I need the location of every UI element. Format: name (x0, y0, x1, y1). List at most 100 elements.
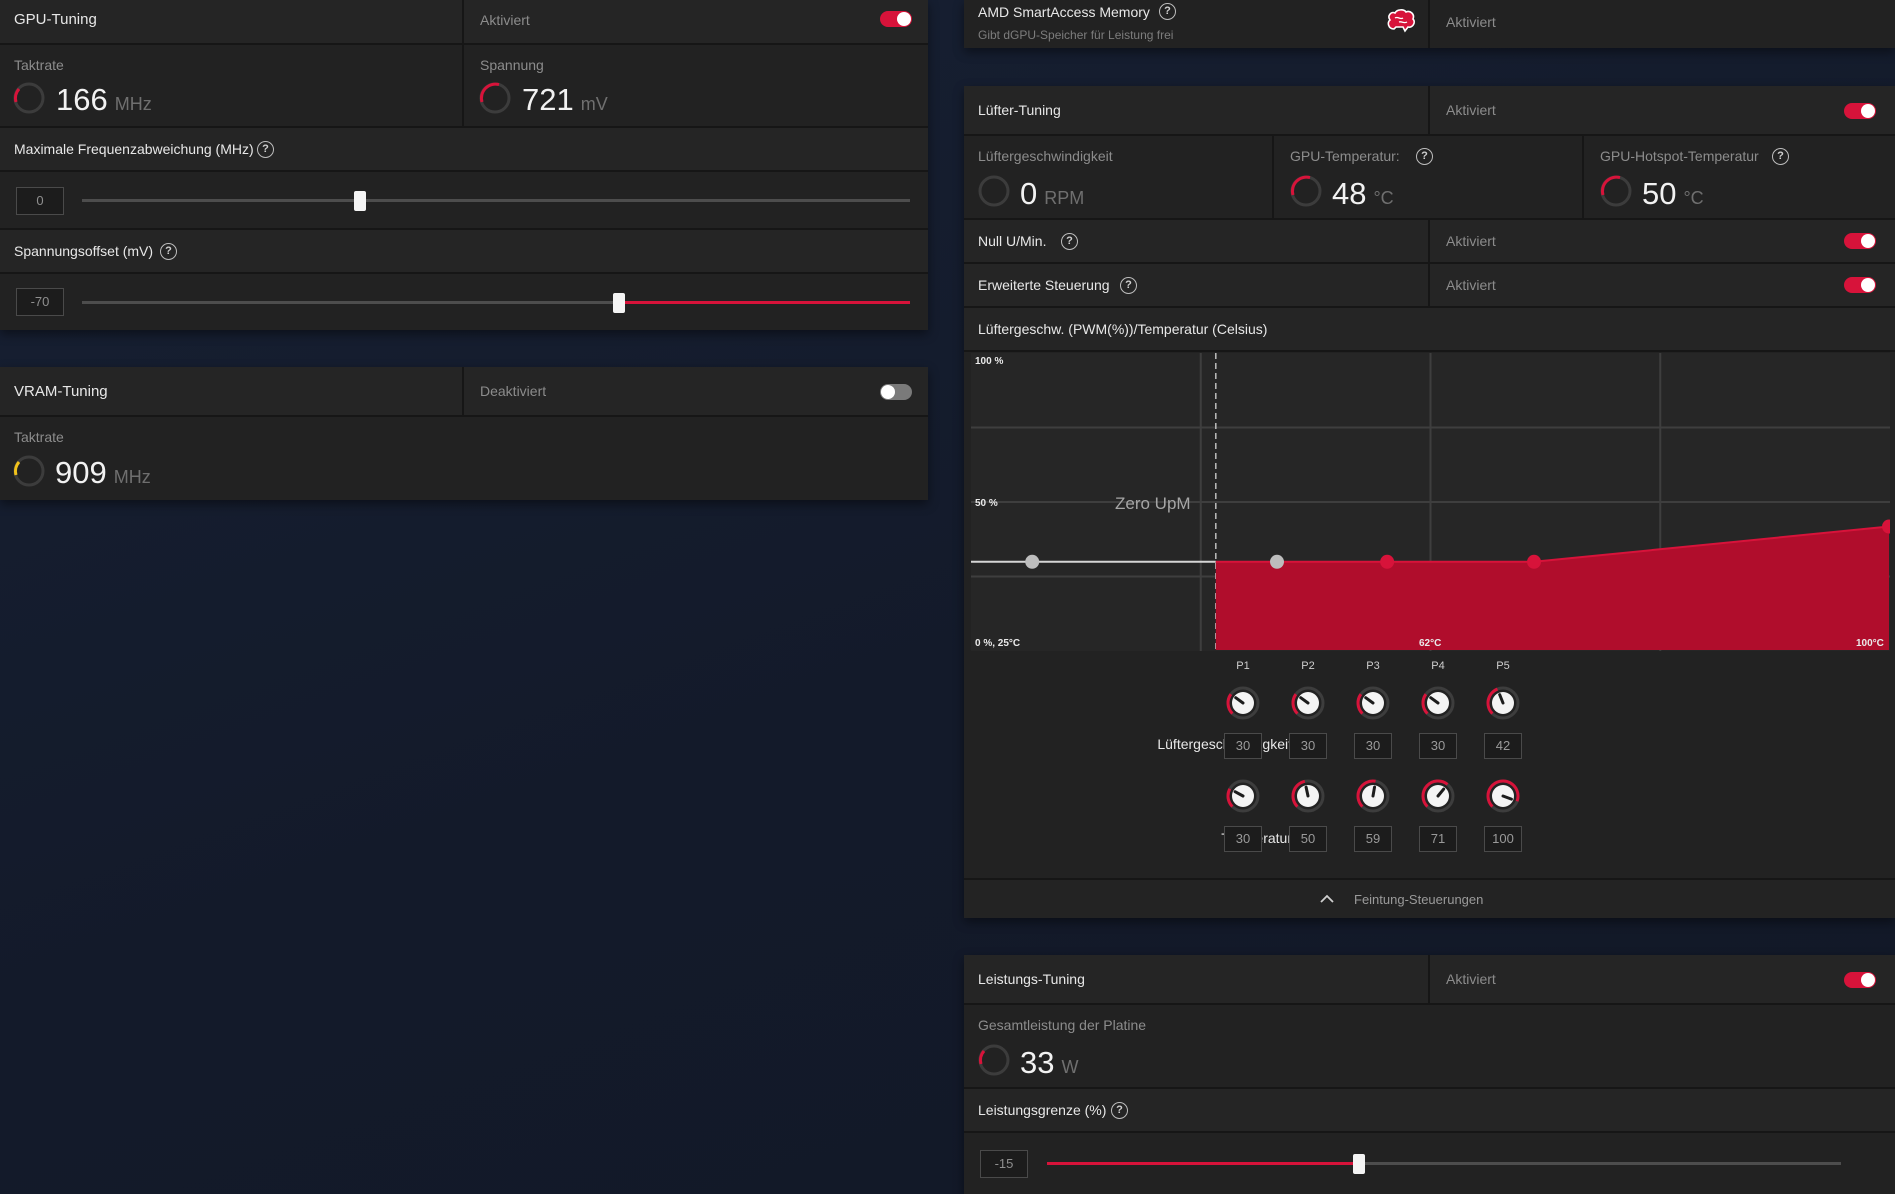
fan-curve-chart[interactable]: 100 % 50 % 0 %, 25°C 62°C 100°C Zero UpM (971, 353, 1890, 651)
vram-clock-value: 909 MHz (55, 455, 151, 491)
temp-value-3[interactable]: 59 (1354, 826, 1392, 852)
board-power-value: 33 W (1020, 1045, 1078, 1081)
gauge-icon (13, 455, 45, 487)
zero-rpm-row: Null U/Min. ? Aktiviert (964, 220, 1895, 264)
hotspot-temp-number: 50 (1642, 176, 1677, 211)
fan-tuning-toggle[interactable] (1844, 103, 1876, 119)
vram-metrics-row: Taktrate 909 MHz (0, 417, 928, 500)
point-label-4: P4 (1431, 660, 1445, 672)
advanced-control-row: Erweiterte Steuerung ? Aktiviert (964, 264, 1895, 308)
speed-value-2[interactable]: 30 (1289, 733, 1327, 759)
hotspot-temp-label: GPU-Hotspot-Temperatur (1600, 148, 1759, 164)
power-limit-header: Leistungsgrenze (%) ? (964, 1089, 1895, 1133)
speed-value-1[interactable]: 30 (1224, 733, 1262, 759)
brain-icon (1387, 9, 1415, 33)
vram-tuning-header: VRAM-Tuning Deaktiviert (0, 367, 928, 417)
speed-knob-5[interactable] (1486, 686, 1520, 720)
gpu-voltage-label: Spannung (480, 57, 544, 73)
fan-tuning-panel: Lüfter-Tuning Aktiviert Lüftergeschwindi… (964, 86, 1895, 918)
vram-tuning-status: Deaktiviert (480, 383, 547, 399)
max-freq-header: Maximale Frequenzabweichung (MHz) ? (0, 128, 928, 172)
speed-value-5[interactable]: 42 (1484, 733, 1522, 759)
speed-value-3[interactable]: 30 (1354, 733, 1392, 759)
help-icon[interactable]: ? (160, 243, 177, 260)
speed-knob-4[interactable] (1421, 686, 1455, 720)
voltage-offset-slider-thumb[interactable] (613, 293, 625, 313)
gpu-temp-label: GPU-Temperatur: (1290, 148, 1400, 164)
gpu-clock-unit: MHz (114, 94, 152, 114)
chart-origin-label: 0 %, 25°C (975, 638, 1021, 649)
gauge-icon (13, 82, 45, 114)
max-freq-slider-thumb[interactable] (354, 191, 366, 211)
smart-access-title: AMD SmartAccess Memory (978, 4, 1150, 20)
fan-tuning-title: Lüfter-Tuning (978, 102, 1061, 118)
hotspot-temp-cell: GPU-Hotspot-Temperatur ? 50 °C (1582, 136, 1895, 218)
fan-metrics-row: Lüftergeschwindigkeit 0 RPM GPU-Temperat… (964, 136, 1895, 220)
temp-knob-2[interactable] (1291, 779, 1325, 813)
help-icon[interactable]: ? (1061, 233, 1078, 250)
gpu-temp-number: 48 (1332, 176, 1367, 211)
voltage-offset-track[interactable] (82, 301, 910, 304)
vram-tuning-status-cell: Deaktiviert (462, 367, 928, 415)
board-power-unit: W (1061, 1057, 1079, 1077)
point-label-5: P5 (1496, 660, 1510, 672)
chevron-up-icon[interactable] (1320, 894, 1334, 904)
help-icon[interactable]: ? (1111, 1102, 1128, 1119)
power-tuning-toggle[interactable] (1844, 972, 1876, 988)
help-icon[interactable]: ? (257, 141, 274, 158)
fan-speed-value: 0 RPM (1020, 176, 1084, 212)
power-tuning-status: Aktiviert (1446, 971, 1496, 987)
temp-value-4[interactable]: 71 (1419, 826, 1457, 852)
hotspot-temp-unit: °C (1683, 188, 1704, 208)
voltage-offset-slider-row: -70 (0, 274, 928, 330)
max-freq-track[interactable] (82, 199, 910, 202)
curve-points-editor: P1P2P3P4P5 Lüftergeschwindigkeit Tempera… (964, 652, 1895, 872)
vram-tuning-toggle[interactable] (880, 384, 912, 400)
voltage-offset-header: Spannungsoffset (mV) ? (0, 230, 928, 274)
speed-value-4[interactable]: 30 (1419, 733, 1457, 759)
help-icon[interactable]: ? (1772, 148, 1789, 165)
fine-tune-label[interactable]: Feintung-Steuerungen (1354, 892, 1483, 907)
power-limit-input[interactable]: -15 (980, 1150, 1028, 1178)
advanced-control-label: Erweiterte Steuerung (978, 277, 1110, 293)
gpu-clock-cell: Taktrate 166 MHz (0, 45, 462, 126)
temp-value-1[interactable]: 30 (1224, 826, 1262, 852)
speed-knob-3[interactable] (1356, 686, 1390, 720)
zero-rpm-toggle[interactable] (1844, 233, 1876, 249)
gpu-tuning-toggle[interactable] (880, 11, 912, 27)
power-limit-slider-thumb[interactable] (1353, 1154, 1365, 1174)
max-freq-input[interactable]: 0 (16, 187, 64, 215)
help-icon[interactable]: ? (1159, 3, 1176, 20)
curve-point-2[interactable] (1270, 554, 1284, 569)
temp-value-5[interactable]: 100 (1484, 826, 1522, 852)
fine-tune-row[interactable]: Feintung-Steuerungen (964, 878, 1895, 918)
max-freq-slider-row: 0 (0, 172, 928, 230)
temp-knob-4[interactable] (1421, 779, 1455, 813)
help-icon[interactable]: ? (1120, 277, 1137, 294)
speed-knob-2[interactable] (1291, 686, 1325, 720)
gpu-tuning-title: GPU-Tuning (14, 11, 97, 28)
temp-knob-3[interactable] (1356, 779, 1390, 813)
temp-value-2[interactable]: 50 (1289, 826, 1327, 852)
voltage-offset-input[interactable]: -70 (16, 288, 64, 316)
gpu-voltage-number: 721 (522, 82, 574, 117)
help-icon[interactable]: ? (1416, 148, 1433, 165)
power-limit-slider-row: -15 (964, 1133, 1895, 1194)
fan-speed-label: Lüftergeschwindigkeit (978, 148, 1113, 164)
smart-access-status-cell: Aktiviert (1428, 0, 1895, 48)
gpu-voltage-value: 721 mV (522, 82, 608, 118)
fan-curve-svg[interactable] (971, 353, 1890, 651)
gauge-icon (978, 175, 1010, 207)
temp-knob-1[interactable] (1226, 779, 1260, 813)
hotspot-temp-value: 50 °C (1642, 176, 1704, 212)
fan-tuning-status-cell: Aktiviert (1428, 86, 1895, 134)
speed-knob-1[interactable] (1226, 686, 1260, 720)
smart-access-status: Aktiviert (1446, 14, 1496, 30)
curve-point-1[interactable] (1025, 554, 1040, 569)
power-limit-track[interactable] (1047, 1162, 1841, 1165)
gpu-metrics-row: Taktrate 166 MHz Spannung 721 mV (0, 45, 928, 128)
curve-point-4[interactable] (1527, 554, 1542, 569)
temp-knob-5[interactable] (1486, 779, 1520, 813)
advanced-control-toggle[interactable] (1844, 277, 1876, 293)
curve-point-3[interactable] (1380, 554, 1395, 569)
